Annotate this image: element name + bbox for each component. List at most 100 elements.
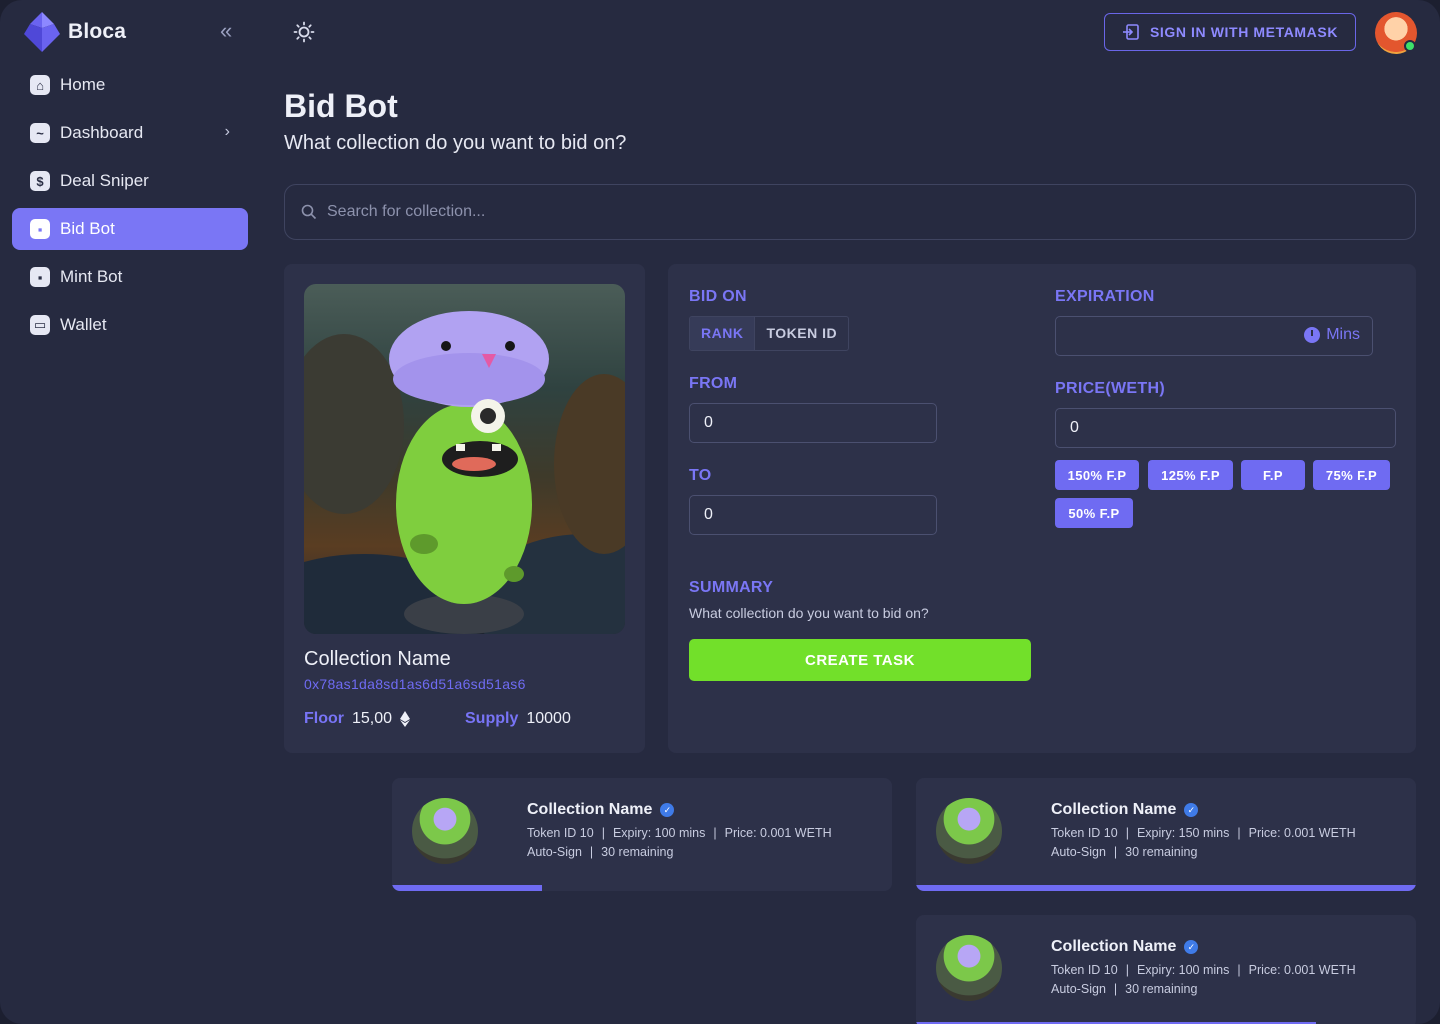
bid-on-rank-option[interactable]: RANK bbox=[690, 317, 756, 350]
task-progress-fill bbox=[916, 885, 1416, 891]
task-details-line: Token ID 10 | Expiry: 100 mins | Price: 0.… bbox=[527, 826, 832, 840]
bid-on-toggle: RANK TOKEN ID bbox=[689, 316, 850, 351]
task-sign-mode: Auto-Sign bbox=[527, 845, 582, 859]
collection-image bbox=[304, 284, 625, 634]
verified-badge-icon: ✓ bbox=[1184, 803, 1199, 817]
collection-address[interactable]: 0x78as1da8sd1as6d51a6sd51as6 bbox=[304, 676, 526, 692]
verified-badge-icon: ✓ bbox=[660, 803, 675, 817]
price-preset-fp-button[interactable]: F.P bbox=[1241, 460, 1305, 490]
to-input[interactable]: 0 bbox=[689, 495, 937, 535]
task-token: Token ID 10 bbox=[527, 826, 594, 840]
expiration-unit-label: Mins bbox=[1326, 326, 1360, 343]
task-status-line: Auto-Sign | 30 remaining bbox=[527, 845, 674, 859]
search-bar bbox=[284, 184, 1416, 240]
sidebar-item-deal-sniper[interactable]: $ Deal Sniper bbox=[12, 160, 248, 202]
task-progress-bar bbox=[392, 885, 892, 891]
supply-stat: Supply 10000 bbox=[465, 710, 571, 728]
price-input[interactable]: 0 bbox=[1055, 408, 1396, 448]
task-collection-name: Collection Name ✓ bbox=[527, 801, 675, 819]
wallet-icon: ▭ bbox=[30, 315, 50, 335]
task-price: Price: 0.001 WETH bbox=[724, 826, 832, 840]
task-card[interactable]: Collection Name ✓ Token ID 10 | Expiry: 1… bbox=[916, 778, 1416, 891]
task-card[interactable]: Collection Name ✓ Token ID 10 | Expiry: 1… bbox=[392, 778, 892, 891]
chevron-right-icon[interactable]: › bbox=[225, 123, 230, 141]
task-token: Token ID 10 bbox=[1051, 963, 1118, 977]
task-expiry: Expiry: 100 mins bbox=[612, 826, 706, 840]
brand-logo[interactable]: Bloca bbox=[24, 12, 126, 52]
sidebar-item-label: Dashboard bbox=[60, 123, 144, 142]
bid-on-token-id-option[interactable]: TOKEN ID bbox=[755, 317, 848, 350]
task-name-text: Collection Name bbox=[527, 801, 653, 818]
sign-in-label: SIGN IN WITH METAMASK bbox=[1149, 24, 1339, 40]
task-expiry: Expiry: 150 mins bbox=[1136, 826, 1230, 840]
supply-label: Supply bbox=[465, 710, 519, 727]
sidebar-item-label: Bid Bot bbox=[60, 219, 115, 238]
task-progress-fill bbox=[392, 885, 542, 891]
task-price: Price: 0.001 WETH bbox=[1248, 963, 1356, 977]
verified-badge-icon: ✓ bbox=[1184, 940, 1199, 954]
page-title: Bid Bot bbox=[284, 88, 398, 124]
sidebar-item-home[interactable]: ⌂ Home bbox=[12, 64, 248, 106]
floor-stat: Floor 15,00 bbox=[304, 710, 411, 728]
from-input[interactable]: 0 bbox=[689, 403, 937, 443]
price-preset-125-button[interactable]: 125% F.P bbox=[1148, 460, 1233, 490]
price-preset-50-button[interactable]: 50% F.P bbox=[1055, 498, 1133, 528]
bid-form-card: BID ON RANK TOKEN ID FROM 0 TO 0 EXPIRAT… bbox=[668, 264, 1416, 753]
page-subtitle: What collection do you want to bid on? bbox=[284, 132, 627, 154]
from-label: FROM bbox=[689, 375, 738, 392]
dashboard-icon: ~ bbox=[30, 123, 50, 143]
logo-icon bbox=[24, 12, 60, 52]
task-collection-name: Collection Name ✓ bbox=[1051, 938, 1199, 956]
to-label: TO bbox=[689, 467, 712, 484]
task-sign-mode: Auto-Sign bbox=[1051, 845, 1106, 859]
task-name-text: Collection Name bbox=[1051, 938, 1177, 955]
dollar-icon: $ bbox=[30, 171, 50, 191]
expiration-input[interactable]: Mins bbox=[1055, 316, 1373, 356]
task-sign-mode: Auto-Sign bbox=[1051, 982, 1106, 996]
theme-toggle-sun-icon[interactable] bbox=[292, 20, 316, 44]
task-status-line: Auto-Sign | 30 remaining bbox=[1051, 845, 1198, 859]
floor-label: Floor bbox=[304, 710, 344, 727]
create-task-button[interactable]: CREATE TASK bbox=[689, 639, 1031, 681]
task-expiry: Expiry: 100 mins bbox=[1136, 963, 1230, 977]
task-remaining: 30 remaining bbox=[601, 845, 674, 859]
task-collection-name: Collection Name ✓ bbox=[1051, 801, 1199, 819]
search-icon bbox=[301, 204, 317, 220]
task-progress-bar bbox=[916, 885, 1416, 891]
task-remaining: 30 remaining bbox=[1125, 982, 1198, 996]
sidebar-item-bid-bot[interactable]: ▪ Bid Bot bbox=[12, 208, 248, 250]
nft-artwork bbox=[304, 311, 625, 634]
task-remaining: 30 remaining bbox=[1125, 845, 1198, 859]
sidebar-item-dashboard[interactable]: ~ Dashboard › bbox=[12, 112, 248, 154]
sign-in-metamask-button[interactable]: SIGN IN WITH METAMASK bbox=[1104, 13, 1356, 51]
sidebar-nav: ⌂ Home ~ Dashboard › $ Deal Sniper ▪ Bid… bbox=[12, 64, 248, 352]
task-name-text: Collection Name bbox=[1051, 801, 1177, 818]
home-icon: ⌂ bbox=[30, 75, 50, 95]
sidebar-item-wallet[interactable]: ▭ Wallet bbox=[12, 304, 248, 346]
bid-on-label: BID ON bbox=[689, 288, 747, 305]
bid-bot-icon: ▪ bbox=[30, 219, 50, 239]
summary-label: SUMMARY bbox=[689, 579, 774, 596]
price-preset-75-button[interactable]: 75% F.P bbox=[1313, 460, 1390, 490]
sidebar-item-label: Deal Sniper bbox=[60, 171, 149, 190]
task-thumbnail bbox=[412, 798, 478, 864]
brand-name: Bloca bbox=[68, 20, 127, 43]
price-preset-150-button[interactable]: 150% F.P bbox=[1055, 460, 1139, 490]
summary-text: What collection do you want to bid on? bbox=[689, 605, 929, 621]
eth-icon bbox=[400, 711, 411, 727]
sidebar: Bloca « ⌂ Home ~ Dashboard › $ Deal Snip… bbox=[0, 0, 260, 1024]
sidebar-item-label: Mint Bot bbox=[60, 267, 123, 286]
search-input[interactable] bbox=[327, 203, 1415, 221]
collapse-sidebar-icon[interactable]: « bbox=[220, 20, 246, 44]
supply-value: 10000 bbox=[526, 710, 571, 727]
collection-name: Collection Name bbox=[304, 648, 451, 670]
mint-bot-icon: ▪ bbox=[30, 267, 50, 287]
task-status-line: Auto-Sign | 30 remaining bbox=[1051, 982, 1198, 996]
task-token: Token ID 10 bbox=[1051, 826, 1118, 840]
task-details-line: Token ID 10 | Expiry: 100 mins | Price: 0.… bbox=[1051, 963, 1356, 977]
task-card[interactable]: Collection Name ✓ Token ID 10 | Expiry: 1… bbox=[916, 915, 1416, 1024]
collection-card: Collection Name 0x78as1da8sd1as6d51a6sd5… bbox=[284, 264, 645, 753]
task-details-line: Token ID 10 | Expiry: 150 mins | Price: 0.… bbox=[1051, 826, 1356, 840]
sidebar-item-mint-bot[interactable]: ▪ Mint Bot bbox=[12, 256, 248, 298]
task-price: Price: 0.001 WETH bbox=[1248, 826, 1356, 840]
